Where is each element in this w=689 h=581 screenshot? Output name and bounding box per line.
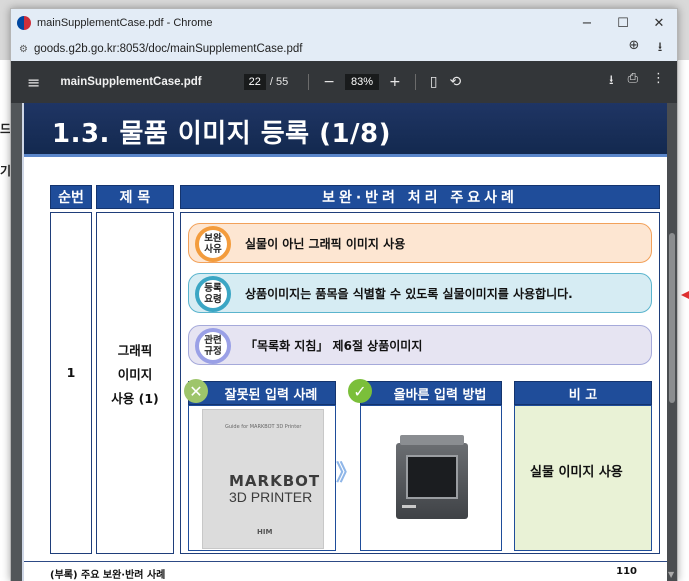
requirement-badge-line1: 등록 bbox=[204, 283, 222, 294]
pdf-actions: ⭳ ⎙ ⋮ bbox=[609, 71, 677, 93]
requirement-pill: 등록 요령 상품이미지는 품목을 식별할 수 있도록 실물이미지를 사용합니다. bbox=[188, 273, 652, 313]
wrong-case-header: 잘못된 입력 사례 bbox=[188, 381, 336, 405]
red-pointer-icon bbox=[681, 291, 689, 299]
double-arrow-icon: 》 bbox=[336, 461, 359, 486]
requirement-badge: 등록 요령 bbox=[195, 276, 231, 312]
zoom-icon[interactable]: ⊕ bbox=[623, 38, 645, 60]
wrong-case-label: 잘못된 입력 사례 bbox=[224, 387, 318, 403]
window-controls: − ☐ ✕ bbox=[569, 9, 677, 37]
regulation-pill: 관련 규정 「목록화 지침」 제6절 상품이미지 bbox=[188, 325, 652, 365]
row-title-line1: 그래픽 bbox=[117, 343, 153, 358]
right-case-header: 올바른 입력 방법 bbox=[360, 381, 502, 405]
slide-header-band: 1.3. 물품 이미지 등록 (1/8) bbox=[24, 103, 667, 157]
regulation-badge-line2: 규정 bbox=[204, 346, 222, 357]
wrong-x-icon: ✕ bbox=[184, 379, 208, 403]
zoom-out-button[interactable]: − bbox=[323, 74, 335, 90]
cover-brand: MARKBOT bbox=[229, 472, 321, 490]
site-info-icon[interactable]: ⚙ bbox=[19, 44, 28, 55]
header-number: 순번 bbox=[50, 185, 92, 209]
row-title-line3: 사용 (1) bbox=[111, 391, 159, 406]
fit-page-icon[interactable]: ▯ bbox=[430, 74, 438, 90]
reason-badge-line2: 사유 bbox=[204, 244, 222, 255]
reason-pill: 보완 사유 실물이 아닌 그래픽 이미지 사용 bbox=[188, 223, 652, 263]
zoom-in-button[interactable]: + bbox=[389, 74, 401, 90]
note-header: 비 고 bbox=[514, 381, 652, 405]
maximize-button[interactable]: ☐ bbox=[605, 9, 641, 37]
scroll-down-icon[interactable]: ▼ bbox=[668, 570, 674, 579]
minimize-button[interactable]: − bbox=[569, 9, 605, 37]
printer-photo bbox=[396, 435, 468, 521]
row-number: 1 bbox=[66, 365, 76, 380]
more-options-icon[interactable]: ⋮ bbox=[652, 71, 665, 93]
printer-window bbox=[406, 455, 458, 499]
site-logo-icon bbox=[17, 16, 31, 30]
url-text[interactable]: goods.g2b.go.kr:8053/doc/mainSupplementC… bbox=[34, 43, 303, 55]
requirement-text: 상품이미지는 품목을 식별할 수 있도록 실물이미지를 사용합니다. bbox=[245, 286, 573, 301]
chrome-popup-window: mainSupplementCase.pdf - Chrome − ☐ ✕ ⚙ … bbox=[10, 8, 678, 581]
download-icon[interactable]: ⭳ bbox=[649, 38, 671, 60]
regulation-badge: 관련 규정 bbox=[195, 328, 231, 364]
reason-badge: 보완 사유 bbox=[195, 226, 231, 262]
address-bar: ⚙ goods.g2b.go.kr:8053/doc/mainSupplemen… bbox=[11, 37, 677, 61]
zoom-input[interactable]: 83% bbox=[344, 74, 379, 90]
page-number-input[interactable]: 22 bbox=[243, 74, 266, 90]
pdf-toolbar: ≡ mainSupplementCase.pdf 22 / 55 − 83% +… bbox=[11, 61, 677, 103]
printer-label bbox=[402, 505, 416, 508]
cover-foot: HIM bbox=[257, 528, 273, 536]
divider bbox=[414, 74, 416, 90]
header-cases: 보완·반려 처리 주요사례 bbox=[180, 185, 660, 209]
row-title-line2: 이미지 bbox=[117, 367, 153, 382]
address-actions: ⊕ ⭳ bbox=[623, 38, 677, 60]
cover-small-text: Guide for MARKBOT 3D Printer bbox=[225, 424, 302, 430]
divider bbox=[308, 74, 310, 90]
pdf-filename: mainSupplementCase.pdf bbox=[60, 76, 202, 88]
regulation-text: 「목록화 지침」 제6절 상품이미지 bbox=[245, 338, 423, 353]
right-case-label: 올바른 입력 방법 bbox=[393, 387, 487, 403]
page-footer: (부록) 주요 보완·반려 사례 110 bbox=[24, 561, 667, 581]
printer-top bbox=[400, 435, 464, 445]
pdf-download-icon[interactable]: ⭳ bbox=[609, 71, 614, 93]
title-bar: mainSupplementCase.pdf - Chrome − ☐ ✕ bbox=[11, 9, 677, 37]
close-button[interactable]: ✕ bbox=[641, 9, 677, 37]
page-total: / 55 bbox=[269, 76, 289, 88]
menu-icon[interactable]: ≡ bbox=[27, 73, 40, 92]
pdf-viewer[interactable]: 1.3. 물품 이미지 등록 (1/8) 순번 제 목 보완·반려 처리 주요사… bbox=[11, 103, 677, 581]
rotate-icon[interactable]: ⟲ bbox=[449, 74, 461, 90]
window-title: mainSupplementCase.pdf - Chrome bbox=[37, 17, 213, 29]
viewer-scrollbar-thumb[interactable] bbox=[669, 233, 675, 403]
footer-left-text: (부록) 주요 보완·반려 사례 bbox=[50, 570, 166, 581]
requirement-badge-line2: 요령 bbox=[204, 294, 222, 305]
background-page-left: 드 기 bbox=[0, 60, 11, 581]
pdf-page: 1.3. 물품 이미지 등록 (1/8) 순번 제 목 보완·반려 처리 주요사… bbox=[22, 103, 667, 581]
reason-badge-line1: 보완 bbox=[204, 233, 222, 244]
regulation-badge-line1: 관련 bbox=[204, 335, 222, 346]
footer-page-number: 110 bbox=[616, 566, 637, 577]
header-title: 제 목 bbox=[96, 185, 174, 209]
graphic-cover-image: Guide for MARKBOT 3D Printer MARKBOT 3D … bbox=[202, 409, 324, 549]
viewer-scrollbar[interactable]: ▼ bbox=[667, 103, 677, 581]
note-text: 실물 이미지 사용 bbox=[530, 465, 623, 480]
print-icon[interactable]: ⎙ bbox=[628, 71, 638, 93]
reason-text: 실물이 아닌 그래픽 이미지 사용 bbox=[245, 236, 406, 251]
cover-brand-sub: 3D PRINTER bbox=[229, 489, 313, 505]
slide-title: 1.3. 물품 이미지 등록 (1/8) bbox=[52, 119, 392, 149]
right-check-icon: ✓ bbox=[348, 379, 372, 403]
